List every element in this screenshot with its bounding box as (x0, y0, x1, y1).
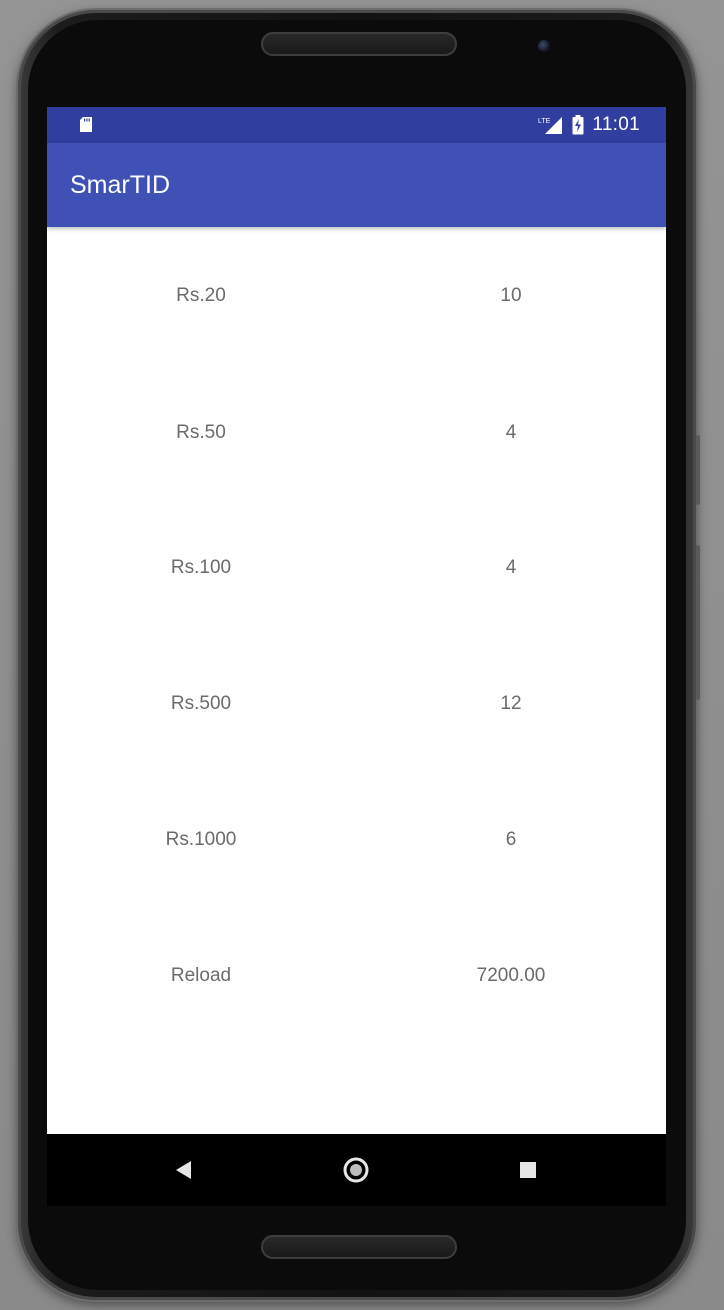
row-value: 4 (505, 422, 517, 443)
row-label: Rs.50 (176, 422, 226, 443)
row-label: Reload (170, 965, 232, 986)
top-speaker-grille (261, 32, 457, 56)
screen: LTE 11:01 SmarTID Rs.20 10 Rs.50 4 Rs.10… (47, 107, 666, 1134)
row-label: Rs.500 (170, 693, 232, 714)
battery-charging-icon (572, 115, 584, 135)
row-value: 12 (500, 693, 522, 714)
home-icon (343, 1157, 369, 1183)
table-row: Rs.20 10 (47, 276, 666, 316)
recents-icon (520, 1162, 536, 1178)
recents-button[interactable] (506, 1148, 550, 1192)
status-time: 11:01 (592, 114, 640, 135)
row-label: Rs.1000 (165, 829, 237, 850)
table-row: Rs.500 12 (47, 684, 666, 724)
power-button[interactable] (696, 545, 700, 700)
home-button[interactable] (334, 1148, 378, 1192)
row-label: Rs.20 (176, 285, 226, 306)
row-label: Rs.100 (170, 557, 232, 578)
status-right-group: LTE 11:01 (538, 107, 640, 143)
table-row: Rs.1000 6 (47, 820, 666, 860)
app-title: SmarTID (70, 171, 170, 199)
sd-card-icon (80, 117, 92, 132)
row-value: 6 (505, 829, 517, 850)
bottom-speaker-grille (261, 1235, 457, 1259)
back-button[interactable] (162, 1148, 206, 1192)
table-row: Reload 7200.00 (47, 956, 666, 996)
lte-label: LTE (538, 118, 551, 125)
navigation-bar (47, 1134, 666, 1206)
row-value: 10 (500, 285, 522, 306)
table-row: Rs.100 4 (47, 548, 666, 588)
app-bar: SmarTID (47, 143, 666, 227)
front-camera (538, 40, 550, 52)
row-value: 4 (505, 557, 517, 578)
status-bar: LTE 11:01 (47, 107, 666, 143)
volume-button[interactable] (696, 435, 700, 505)
back-icon (176, 1161, 191, 1179)
table-row: Rs.50 4 (47, 413, 666, 453)
lte-signal-icon: LTE (538, 117, 563, 134)
row-value: 7200.00 (476, 965, 546, 986)
